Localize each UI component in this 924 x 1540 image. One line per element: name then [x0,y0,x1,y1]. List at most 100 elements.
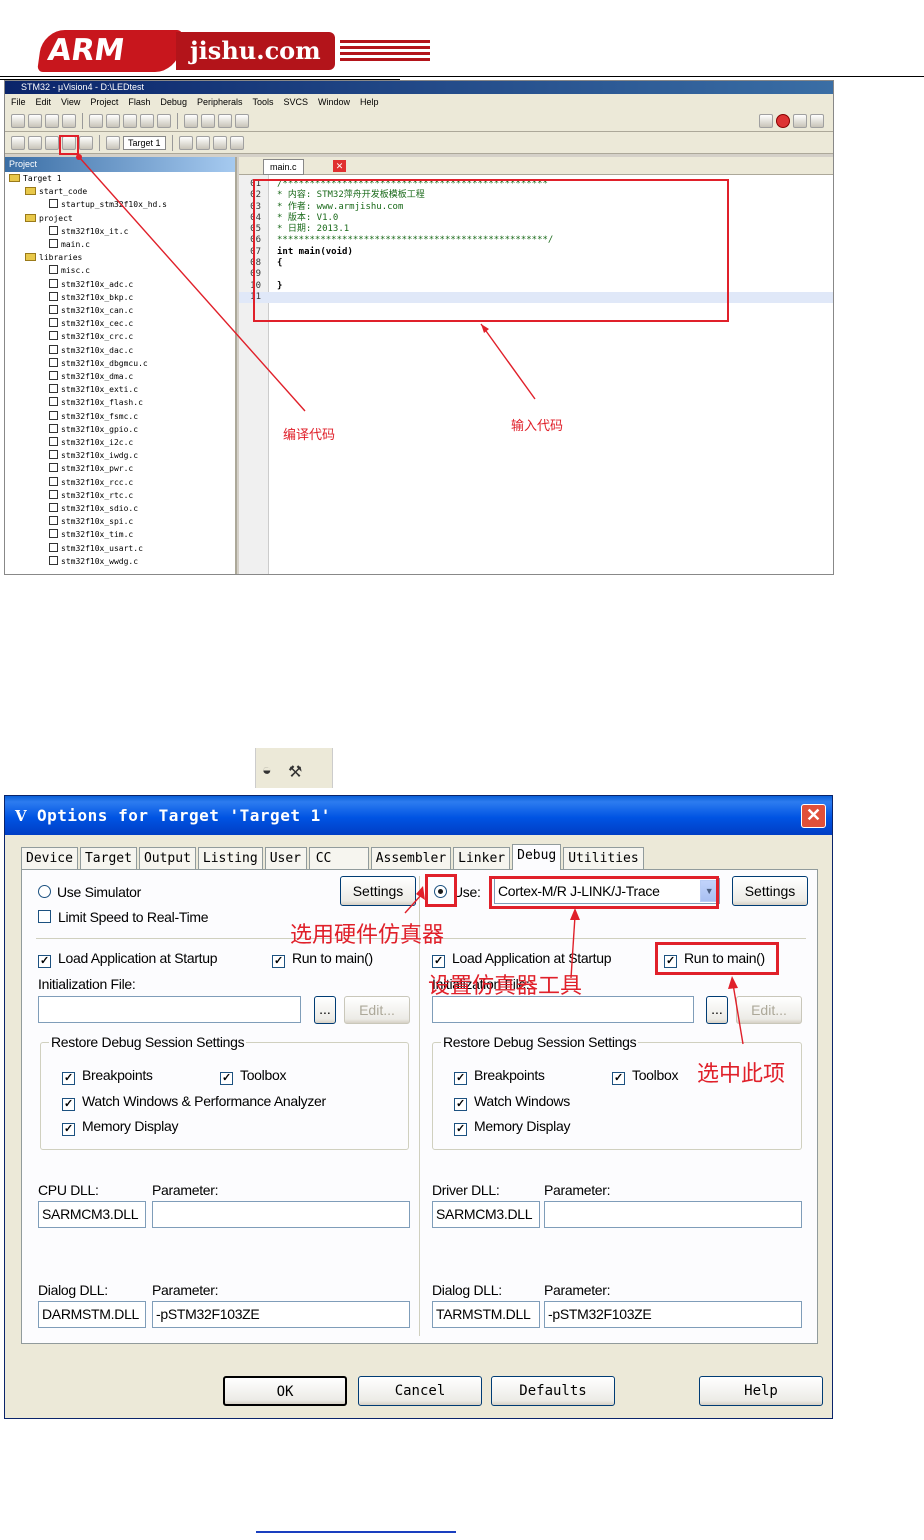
right-dialog-dll-input[interactable]: TARMSTM.DLL [432,1301,540,1328]
project-tree-item[interactable]: stm32f10x_bkp.c [5,291,235,304]
project-tree-item[interactable]: stm32f10x_wwdg.c [5,555,235,568]
menu-window[interactable]: Window [318,94,350,110]
copy-icon[interactable] [106,113,120,128]
target-select[interactable]: Target 1 [123,135,166,150]
tab-output[interactable]: Output [138,847,196,869]
project-tree-item[interactable]: stm32f10x_dbgmcu.c [5,357,235,370]
ok-button[interactable]: OK [223,1376,347,1406]
indent-icon[interactable] [201,113,215,128]
project-tree-item[interactable]: libraries [5,251,235,264]
defaults-button[interactable]: Defaults [491,1376,615,1406]
build-icon[interactable] [28,135,42,150]
left-toolbox-checkbox[interactable]: ✓ Toolbox [220,1067,286,1085]
project-tree-item[interactable]: stm32f10x_dac.c [5,344,235,357]
left-dialog-dll-input[interactable]: DARMSTM.DLL [38,1301,146,1328]
menu-debug[interactable]: Debug [160,94,187,110]
project-tree-item[interactable]: stm32f10x_adc.c [5,278,235,291]
open-file-icon[interactable] [28,113,42,128]
project-tree-item[interactable]: stm32f10x_sdio.c [5,502,235,515]
tab-device[interactable]: Device [21,847,78,869]
project-tree-item[interactable]: stm32f10x_spi.c [5,515,235,528]
stop-build-icon[interactable] [79,135,93,150]
driver-param-input[interactable] [544,1201,802,1228]
close-button[interactable]: ✕ [801,804,826,828]
project-tree-item[interactable]: project [5,212,235,225]
bookmark-icon[interactable] [184,113,198,128]
project-tree-item[interactable]: stm32f10x_can.c [5,304,235,317]
manage-components-icon[interactable] [195,135,210,150]
undo-icon[interactable] [140,113,154,128]
new-file-icon[interactable] [11,113,25,128]
tab-assembler[interactable]: Assembler [370,847,452,869]
project-tree-item[interactable]: stm32f10x_flash.c [5,396,235,409]
close-icon[interactable]: ✕ [333,160,346,172]
cancel-button[interactable]: Cancel [358,1376,482,1406]
use-simulator-radio[interactable]: Use Simulator [38,884,141,900]
left-watch-windows-checkbox[interactable]: ✓ Watch Windows & Performance Analyzer [62,1093,326,1111]
cut-icon[interactable] [89,113,103,128]
menu-peripherals[interactable]: Peripherals [197,94,243,110]
menu-project[interactable]: Project [90,94,118,110]
driver-dll-input[interactable]: SARMCM3.DLL [432,1201,540,1228]
paste-icon[interactable] [123,113,137,128]
menu-flash[interactable]: Flash [128,94,150,110]
project-tree-item[interactable]: stm32f10x_rcc.c [5,476,235,489]
project-tree-item[interactable]: stm32f10x_it.c [5,225,235,238]
redo-icon[interactable] [157,113,171,128]
left-run-to-main-checkbox[interactable]: ✓ Run to main() [272,950,373,968]
save-all-icon[interactable] [62,113,76,128]
unindent-icon[interactable] [218,113,232,128]
menu-file[interactable]: File [11,94,26,110]
left-init-file-input[interactable] [38,996,301,1023]
find-icon[interactable] [759,113,773,128]
project-tree-item[interactable]: stm32f10x_gpio.c [5,423,235,436]
right-load-app-checkbox[interactable]: ✓ Load Application at Startup [432,950,612,968]
tab-target[interactable]: Target [79,847,137,869]
breakpoint-icon[interactable] [776,113,790,128]
project-tree-item[interactable]: stm32f10x_usart.c [5,542,235,555]
left-dialog-param-input[interactable]: -pSTM32F103ZE [152,1301,410,1328]
tab-debug[interactable]: Debug [512,844,562,870]
project-tree-item[interactable]: stm32f10x_exti.c [5,383,235,396]
help-button[interactable]: Help [699,1376,823,1406]
project-tree-item[interactable]: stm32f10x_rtc.c [5,489,235,502]
right-breakpoints-checkbox[interactable]: ✓ Breakpoints [454,1067,545,1085]
debugger-settings-button[interactable]: Settings [732,876,808,906]
right-toolbox-checkbox[interactable]: ✓ Toolbox [612,1067,678,1085]
comment-icon[interactable] [235,113,249,128]
editor-tab-main-c[interactable]: main.c [263,159,304,175]
left-edit-button[interactable]: Edit... [344,996,410,1024]
download-icon[interactable] [106,135,120,150]
project-tree-item[interactable]: startup_stm32f10x_hd.s [5,198,235,211]
left-browse-button[interactable]: ... [314,996,336,1024]
right-browse-button[interactable]: ... [706,996,728,1024]
right-edit-button[interactable]: Edit... [736,996,802,1024]
project-tree-item[interactable]: stm32f10x_tim.c [5,528,235,541]
project-tree-item[interactable]: stm32f10x_pwr.c [5,462,235,475]
target-options-icon[interactable] [178,135,193,150]
project-tree-item[interactable]: stm32f10x_iwdg.c [5,449,235,462]
project-tree-item[interactable]: stm32f10x_dma.c [5,370,235,383]
limit-speed-checkbox[interactable]: Limit Speed to Real-Time [38,909,209,925]
right-watch-windows-checkbox[interactable]: ✓ Watch Windows [454,1093,570,1111]
tab-user[interactable]: User [264,847,307,869]
tab-linker[interactable]: Linker [453,847,511,869]
rebuild-icon[interactable] [45,135,59,150]
translate-icon[interactable] [11,135,25,150]
menu-help[interactable]: Help [360,94,379,110]
project-tree-item[interactable]: stm32f10x_i2c.c [5,436,235,449]
project-tree-item[interactable]: Target 1 [5,172,235,185]
cpu-param-input[interactable] [152,1201,410,1228]
project-tree-item[interactable]: stm32f10x_crc.c [5,330,235,343]
project-tree-item[interactable]: main.c [5,238,235,251]
select-device-icon[interactable] [212,135,227,150]
project-tree-item[interactable]: start_code [5,185,235,198]
right-dialog-param-input[interactable]: -pSTM32F103ZE [544,1301,802,1328]
menu-view[interactable]: View [61,94,80,110]
books-icon[interactable] [229,135,244,150]
project-tree-item[interactable]: misc.c [5,264,235,277]
tab-listing[interactable]: Listing [197,847,263,869]
cpu-dll-input[interactable]: SARMCM3.DLL [38,1201,146,1228]
left-breakpoints-checkbox[interactable]: ✓ Breakpoints [62,1067,153,1085]
tab-cc[interactable]: CC [308,847,369,869]
